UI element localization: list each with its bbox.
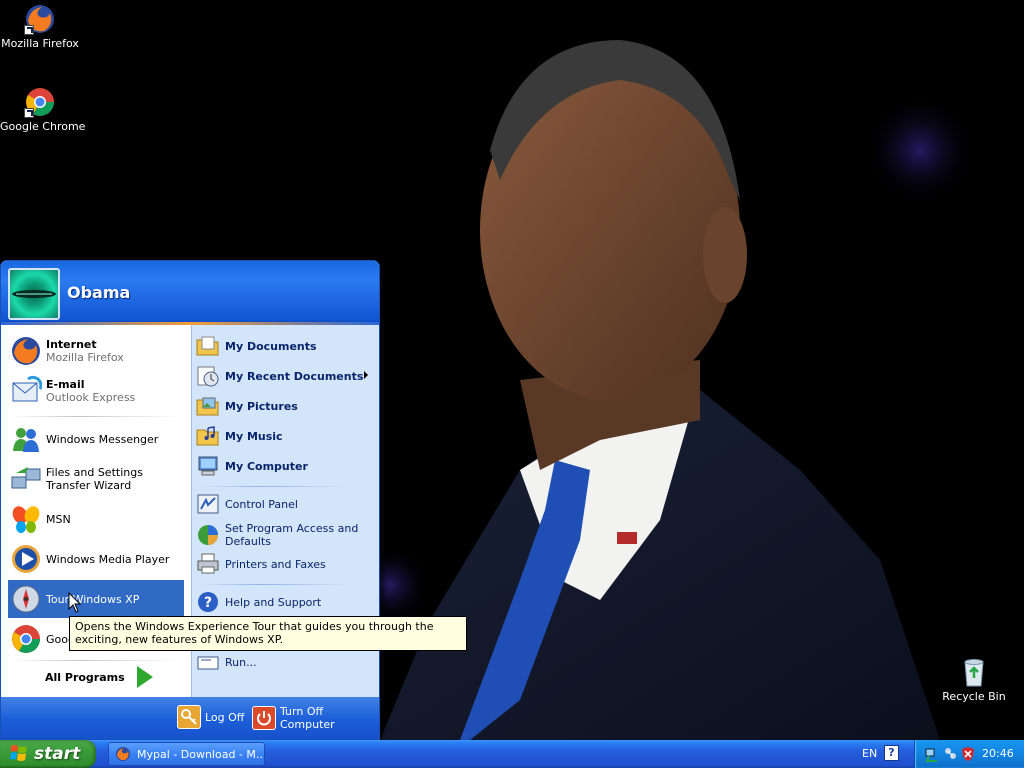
start-label: start [34, 744, 81, 764]
turn-off-computer-button[interactable]: Turn Off Computer [252, 705, 379, 731]
recent-documents-icon [196, 364, 220, 388]
desktop-icon-label: Mozilla Firefox [1, 37, 79, 50]
desktop-icon-label: Recycle Bin [942, 690, 1006, 703]
svg-text:?: ? [204, 595, 212, 611]
shortcut-arrow-icon [24, 25, 34, 35]
log-off-button[interactable]: Log Off [177, 705, 244, 729]
msn-butterfly-icon [10, 503, 42, 535]
my-music-icon [196, 424, 220, 448]
start-menu-footer: Log Off Turn Off Computer [1, 697, 379, 739]
place-my-documents[interactable]: My Documents [196, 332, 374, 360]
place-my-music[interactable]: My Music [196, 422, 374, 450]
printer-icon [196, 552, 220, 576]
recent-item-msn[interactable]: MSN [8, 500, 184, 538]
start-menu-header: Obama [1, 261, 379, 325]
submenu-arrow-icon [364, 371, 368, 379]
item-label: Control Panel [225, 497, 298, 511]
turn-off-label: Turn Off Computer [280, 705, 335, 731]
user-name: Obama [67, 283, 131, 302]
network-icon[interactable] [925, 746, 939, 765]
menu-separator [10, 416, 180, 417]
item-label: My Documents [225, 339, 317, 353]
item-label: Windows Messenger [46, 432, 159, 446]
menu-separator [198, 486, 353, 487]
system-set-program-access[interactable]: Set Program Access and Defaults [196, 520, 374, 550]
run-command[interactable]: Run... [196, 648, 374, 676]
item-label: My Music [225, 429, 283, 443]
tour-tooltip: Opens the Windows Experience Tour that g… [69, 616, 467, 651]
program-defaults-icon [196, 523, 220, 547]
system-control-panel[interactable]: Control Panel [196, 490, 374, 518]
log-off-label: Log Off [205, 710, 245, 724]
taskbar-button-label: Mypal - Download - M... [137, 747, 265, 761]
item-label: My Pictures [225, 399, 298, 413]
recent-item-tour-windows-xp[interactable]: Tour Windows XP [8, 580, 184, 618]
item-label: Files and Settings Transfer Wizard [46, 466, 143, 492]
item-label: Set Program Access and Defaults [225, 522, 359, 548]
taskbar-clock[interactable]: 20:46 [982, 747, 1014, 760]
item-label: Windows Media Player [46, 552, 170, 566]
firefox-icon [115, 746, 131, 762]
recent-item-files-settings-transfer[interactable]: Files and Settings Transfer Wizard [8, 460, 184, 498]
media-player-icon [10, 543, 42, 575]
run-icon [196, 650, 220, 674]
desktop-icon-label: Google Chrome [0, 120, 86, 133]
firefox-icon [10, 335, 42, 367]
power-icon [252, 706, 276, 730]
outlook-express-icon [10, 375, 43, 407]
transfer-wizard-icon [10, 463, 42, 495]
connections-icon[interactable] [943, 746, 957, 765]
shortcut-arrow-icon [24, 108, 34, 118]
recent-item-windows-media-player[interactable]: Windows Media Player [8, 540, 184, 578]
windows-logo-icon [10, 744, 28, 765]
pinned-item-email[interactable]: E-mail Outlook Express [8, 372, 184, 410]
desktop-icon-recycle-bin[interactable]: Recycle Bin [934, 656, 1014, 703]
security-shield-icon[interactable] [961, 746, 975, 765]
item-title: E-mail [46, 378, 85, 391]
firefox-icon [24, 3, 56, 35]
tour-xp-icon [10, 583, 42, 615]
user-picture[interactable] [8, 268, 60, 320]
key-icon [177, 705, 201, 729]
messenger-icon [10, 423, 42, 455]
my-computer-icon [196, 454, 220, 478]
item-subtitle: Mozilla Firefox [46, 351, 124, 364]
item-subtitle: Outlook Express [46, 391, 136, 404]
pinned-item-internet[interactable]: Internet Mozilla Firefox [8, 332, 184, 370]
item-label: Run... [225, 655, 257, 669]
item-title: Internet [46, 338, 97, 351]
language-indicator[interactable]: EN [862, 747, 877, 760]
chrome-icon [24, 86, 56, 118]
start-button[interactable]: start [0, 740, 96, 768]
item-label: My Recent Documents [225, 369, 364, 383]
place-my-recent-documents[interactable]: My Recent Documents [196, 362, 374, 390]
place-my-pictures[interactable]: My Pictures [196, 392, 374, 420]
my-documents-icon [196, 334, 220, 358]
my-pictures-icon [196, 394, 220, 418]
help-icon: ? [196, 590, 220, 614]
desktop-icon-firefox[interactable]: Mozilla Firefox [0, 3, 80, 50]
mouse-cursor-icon [68, 591, 82, 614]
item-label: My Computer [225, 459, 308, 473]
all-programs-button[interactable]: All Programs [45, 666, 153, 688]
taskbar-button-mypal[interactable]: Mypal - Download - M... [108, 742, 265, 766]
item-label: MSN [46, 512, 71, 526]
menu-separator [198, 584, 353, 585]
language-help-icon[interactable]: ? [884, 745, 899, 761]
recent-item-windows-messenger[interactable]: Windows Messenger [8, 420, 184, 458]
item-label: Help and Support [225, 595, 322, 609]
help-and-support[interactable]: ? Help and Support [196, 588, 374, 616]
item-label: Printers and Faxes [225, 557, 326, 571]
control-panel-icon [196, 492, 220, 516]
place-my-computer[interactable]: My Computer [196, 452, 374, 480]
all-programs-label: All Programs [45, 670, 125, 684]
chrome-icon [10, 623, 42, 655]
system-printers-and-faxes[interactable]: Printers and Faxes [196, 550, 374, 578]
green-arrow-icon [136, 666, 153, 688]
menu-separator [10, 660, 180, 661]
taskbar: start Mypal - Download - M... EN ? 20:46 [0, 740, 1024, 768]
desktop-icon-chrome[interactable]: Google Chrome [0, 86, 86, 133]
item-label: Tour Windows XP [46, 592, 140, 606]
recycle-bin-icon [958, 656, 990, 688]
